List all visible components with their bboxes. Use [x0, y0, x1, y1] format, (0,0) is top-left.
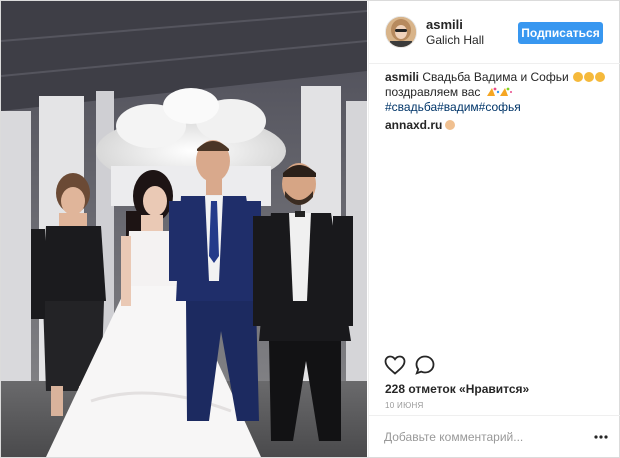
heart-icon[interactable] — [383, 353, 407, 377]
instagram-post: asmili Galich Hall Подписаться asmili Св… — [0, 0, 620, 458]
comment-input[interactable] — [384, 428, 584, 446]
hashtag-link[interactable]: #свадьба — [385, 100, 437, 114]
party-popper-emoji-icon — [486, 87, 512, 96]
post-photo[interactable] — [1, 1, 367, 457]
username-link[interactable]: asmili — [426, 17, 463, 32]
hashtag-link[interactable]: #софья — [479, 100, 521, 114]
location-link[interactable]: Galich Hall — [426, 33, 484, 47]
avatar[interactable] — [385, 16, 417, 48]
caption: asmili Свадьба Вадима и Софьи поздравляе… — [385, 70, 610, 115]
follow-button[interactable]: Подписаться — [518, 22, 603, 44]
post-sidebar: asmili Galich Hall Подписаться asmili Св… — [368, 1, 620, 457]
hashtag-link[interactable]: #вадим — [437, 100, 479, 114]
comment-author[interactable]: annaxd.ru — [385, 118, 442, 132]
caption-username[interactable]: asmili — [385, 70, 419, 84]
more-dots-icon[interactable] — [593, 430, 609, 444]
action-bar — [369, 349, 620, 379]
caption-text: Свадьба Вадима и Софьи — [422, 70, 569, 84]
comment-bubble-icon[interactable] — [413, 353, 437, 377]
comment-form — [369, 415, 620, 458]
post-date[interactable]: 10 июня — [385, 401, 424, 410]
wedding-photo — [1, 1, 367, 457]
post-header: asmili Galich Hall Подписаться — [369, 1, 620, 64]
comment-author-link: annaxd.ru — [385, 118, 456, 132]
avatar-image — [386, 17, 416, 47]
caption-line2: поздравляем вас — [385, 85, 481, 99]
heart-eyes-emoji-icon — [572, 70, 606, 84]
likes-count[interactable]: 228 отметок «Нравится» — [385, 382, 529, 396]
ok-hand-emoji-icon — [445, 120, 456, 130]
